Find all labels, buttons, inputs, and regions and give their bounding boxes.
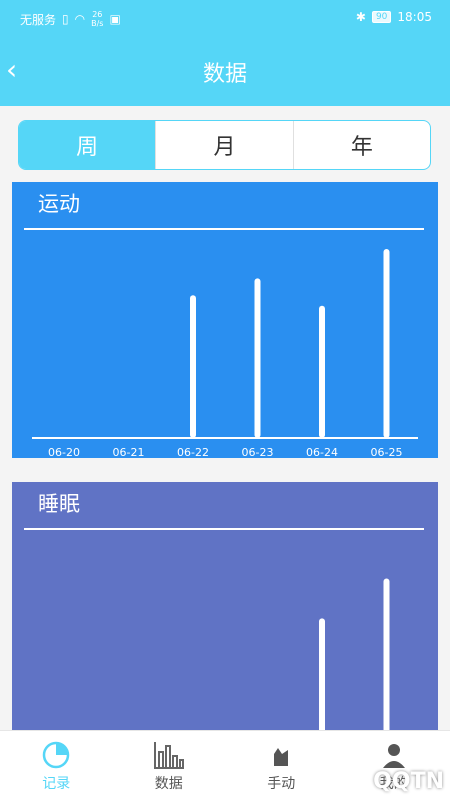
- bluetooth-icon: ✱: [355, 10, 366, 24]
- tabbar-item-data[interactable]: 数据: [113, 731, 226, 800]
- tabbar-label: 数据: [154, 775, 183, 792]
- bar-06-24: [319, 618, 325, 730]
- bar-06-23: [254, 278, 261, 438]
- page-title: 数据: [202, 62, 247, 87]
- bar-06-25: [383, 578, 390, 730]
- sport-chart: 06-20 06-21 06-22 06-23 06-24 06-25: [32, 249, 418, 458]
- pie-chart-icon: [39, 739, 73, 771]
- header: 无服务 ▯ ◠ 26 B/s ▣ ✱ 90 18:05 ‹ 数据: [0, 0, 450, 106]
- wifi-icon: ◠: [74, 12, 86, 26]
- tick-label: 06-20: [48, 446, 80, 458]
- notification-icon: ▣: [109, 12, 121, 26]
- bar-06-22: [190, 295, 196, 438]
- tabbar-label: 记录: [42, 775, 71, 792]
- sleep-card: 睡眠: [12, 482, 438, 730]
- watermark: QQTN: [373, 769, 444, 794]
- tabbar-label: 手动: [267, 775, 296, 792]
- speed-value: 26: [92, 10, 103, 19]
- hand-icon: [264, 739, 298, 771]
- tick-label: 06-23: [242, 446, 274, 458]
- bar-06-24: [319, 305, 325, 438]
- bar-06-25: [383, 249, 390, 438]
- tab-week[interactable]: 周: [19, 121, 156, 169]
- bottom-tab-bar: 记录 数据 手动 我的 QQTN: [0, 730, 450, 800]
- tabbar-item-record[interactable]: 记录: [0, 731, 113, 800]
- tabbar-item-manual[interactable]: 手动: [225, 731, 338, 800]
- sleep-chart: [319, 578, 390, 730]
- tick-label: 06-21: [113, 446, 145, 458]
- bar-chart-icon: [152, 739, 186, 771]
- tick-label: 06-25: [371, 446, 403, 458]
- speed-unit: B/s: [91, 19, 104, 28]
- tab-year[interactable]: 年: [292, 121, 430, 169]
- network-speed: 26 B/s: [91, 10, 103, 28]
- status-bar: 无服务 ▯ ◠ 26 B/s ▣ ✱ 90 18:05: [0, 0, 450, 36]
- carrier-text: 无服务: [20, 12, 57, 27]
- battery-icon: 90: [371, 11, 392, 23]
- sport-card: 运动 06-20 06-21 06-22 06-23 06-24 06-25: [12, 182, 438, 458]
- user-icon: [377, 739, 411, 771]
- period-tabs: 周 月 年: [18, 120, 431, 170]
- sim-icon: ▯: [62, 12, 69, 26]
- tick-label: 06-24: [306, 446, 338, 458]
- tab-month[interactable]: 月: [155, 121, 292, 169]
- clock: 18:05: [397, 10, 432, 24]
- tick-label: 06-22: [177, 446, 209, 458]
